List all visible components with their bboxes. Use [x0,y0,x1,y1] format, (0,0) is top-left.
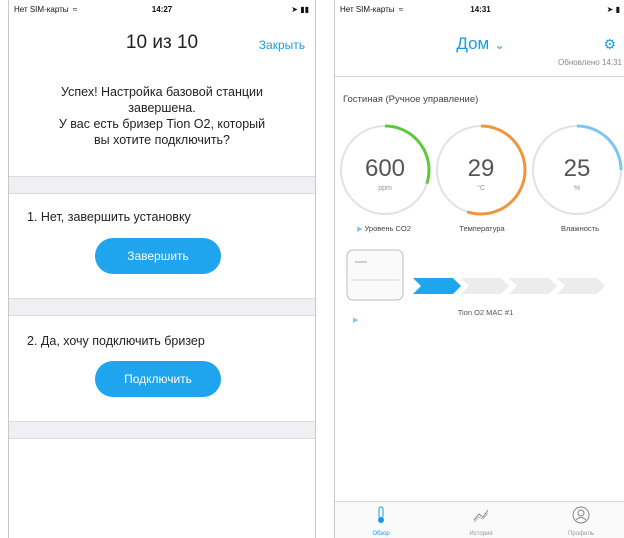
thermometer-icon [378,506,384,523]
status-bar: Нет SIM-карты ≈ 14:31 ➤ ▮ [335,0,624,18]
message-line: Успех! Настройка базовой станции [61,85,263,99]
chart-icon [473,509,489,523]
speed-step [557,278,605,294]
divider [335,76,624,77]
message-line: завершена. [128,101,196,115]
speed-step [413,278,461,294]
breezer-device[interactable] [345,246,615,306]
message-line: вы хотите подключить? [93,133,231,147]
section-separator [9,176,315,194]
gauge-label-temperature: Температура [459,224,505,233]
status-bar: Нет SIM-карты ≈ 14:27 ➤ ▮▮ [9,0,315,18]
profile-icon [572,506,590,524]
message-line: У вас есть бризер Tion O2, который [58,117,266,131]
gauge-unit: °C [477,184,485,192]
tab-overview[interactable]: Обзор [351,506,411,537]
gauge-value: 29 [468,155,495,182]
option-connect-label: 2. Да, хочу подключить бризер [27,334,205,348]
gauge-label-co2: ▶ Уровень CO2 [357,224,411,233]
chevron-down-icon: ⌄ [491,38,505,52]
option-finish-label: 1. Нет, завершить установку [27,210,191,224]
gauge-label-humidity: Влажность [561,224,599,233]
success-message: Успех! Настройка базовой станции заверше… [23,84,301,148]
tab-profile[interactable]: Профиль [551,506,611,537]
battery-icon: ➤ ▮▮ [291,5,309,14]
speed-step [509,278,557,294]
battery-icon: ➤ ▮ [606,5,620,14]
tab-history[interactable]: История [451,506,511,537]
gauge-value: 25 [564,155,591,182]
section-separator [9,421,315,439]
speed-step [461,278,509,294]
gear-icon[interactable]: ⚙ [603,36,616,53]
gauge-unit: % [574,185,580,192]
setup-wizard-screen: Нет SIM-карты ≈ 14:27 ➤ ▮▮ 10 из 10 Закр… [8,0,316,538]
gauge-value: 600 [365,155,405,182]
home-title: Дом [456,34,490,53]
finish-button[interactable]: Завершить [95,238,221,274]
dashboard-screen: Нет SIM-карты ≈ 14:31 ➤ ▮ Дом ⌄ ⚙ Обновл… [334,0,624,538]
breezer-icon [346,249,404,301]
updated-timestamp: Обновлено 14:31 [558,58,622,67]
section-separator [9,298,315,316]
home-selector[interactable]: Дом ⌄ [335,34,624,54]
triangle-icon: ▶ [357,226,363,233]
status-time: 14:27 [151,5,173,14]
status-time: 14:31 [470,5,491,14]
triangle-icon: ▶ [353,317,359,324]
close-button[interactable]: Закрыть [259,38,305,52]
gauges-row: 600 ppm 29 °C 25% [339,124,623,216]
room-title: Гостиная (Ручное управление) [343,94,479,105]
tab-bar: Обзор История Профиль [335,501,624,538]
gauge-unit: ppm [378,185,392,192]
speed-indicator [413,278,605,294]
connect-button[interactable]: Подключить [95,361,221,397]
device-name: Tion O2 MAC #1 [457,308,514,317]
